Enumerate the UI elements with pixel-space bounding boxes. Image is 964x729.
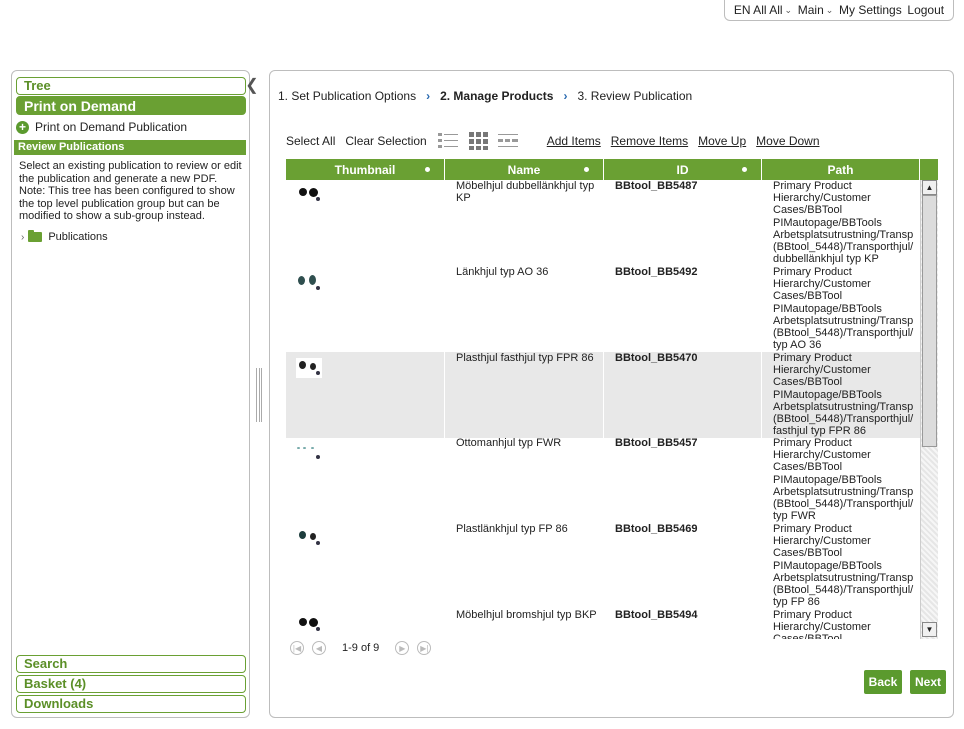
product-thumbnail bbox=[296, 529, 326, 549]
language-selector[interactable]: EN All All ⌄ bbox=[734, 3, 792, 17]
accordion-tree[interactable]: Tree bbox=[16, 77, 246, 95]
chevron-down-icon: ⌄ bbox=[784, 4, 793, 15]
review-publications-header: Review Publications bbox=[14, 140, 246, 155]
product-thumbnail bbox=[296, 274, 326, 294]
move-up-link[interactable]: Move Up bbox=[698, 134, 746, 148]
grid-scrollbar[interactable]: ▲ ▼ bbox=[920, 180, 938, 639]
remove-items-link[interactable]: Remove Items bbox=[611, 134, 688, 148]
scroll-up-icon[interactable]: ▲ bbox=[922, 180, 937, 195]
last-page-icon[interactable]: ▶| bbox=[417, 641, 432, 655]
tile-view-icon[interactable] bbox=[497, 131, 519, 151]
row-name: Möbelhjul dubbellänkhjul typ KP bbox=[456, 180, 595, 205]
row-path: Primary Product Hierarchy/Customer Cases… bbox=[773, 609, 871, 639]
row-name: Plasthjul fasthjul typ FPR 86 bbox=[456, 352, 594, 364]
row-id: BBtool_BB5470 bbox=[615, 352, 698, 364]
main-label: Main bbox=[797, 3, 824, 17]
logout-link[interactable]: Logout bbox=[907, 3, 944, 17]
table-row[interactable]: Plasthjul fasthjul typ FPR 86 BBtool_BB5… bbox=[286, 352, 921, 438]
language-label: EN All All bbox=[733, 3, 783, 17]
step-set-publication-options[interactable]: 1. Set Publication Options bbox=[278, 89, 416, 103]
accordion-search[interactable]: Search bbox=[16, 655, 246, 673]
row-name: Länkhjul typ AO 36 bbox=[456, 266, 549, 278]
row-name: Möbelhjul bromshjul typ BKP bbox=[456, 609, 597, 621]
print-on-demand-publication-button[interactable]: + Print on Demand Publication bbox=[16, 120, 187, 134]
accordion-downloads[interactable]: Downloads bbox=[16, 695, 246, 713]
grid-toolbar: Select All Clear Selection Add Items Rem… bbox=[286, 130, 830, 152]
main-panel: 1. Set Publication Options › 2. Manage P… bbox=[269, 70, 954, 718]
sort-icon[interactable] bbox=[742, 167, 747, 172]
sort-icon[interactable] bbox=[425, 167, 430, 172]
chevron-down-icon: ⌄ bbox=[825, 4, 834, 15]
tree-node-publications[interactable]: › Publications bbox=[21, 230, 108, 243]
scroll-down-icon[interactable]: ▼ bbox=[922, 622, 937, 637]
column-header-path[interactable]: Path bbox=[762, 159, 920, 180]
page-range: 1-9 of 9 bbox=[342, 642, 380, 654]
row-name: Plastlänkhjul typ FP 86 bbox=[456, 523, 568, 535]
table-row[interactable]: Länkhjul typ AO 36 BBtool_BB5492 Primary… bbox=[286, 266, 921, 352]
step-manage-products[interactable]: 2. Manage Products bbox=[440, 89, 553, 103]
row-id: BBtool_BB5487 bbox=[615, 180, 698, 192]
review-description: Select an existing publication to review… bbox=[19, 160, 242, 222]
column-header-name[interactable]: Name bbox=[445, 159, 604, 180]
step-arrow-icon: › bbox=[426, 89, 431, 103]
chevron-right-icon[interactable]: › bbox=[21, 232, 24, 243]
row-id: BBtool_BB5469 bbox=[615, 523, 698, 535]
product-thumbnail bbox=[296, 358, 322, 378]
sort-icon[interactable] bbox=[584, 167, 589, 172]
collapse-panel-icon[interactable]: ❮ bbox=[243, 74, 261, 96]
move-down-link[interactable]: Move Down bbox=[756, 134, 819, 148]
next-button[interactable]: Next bbox=[910, 670, 946, 694]
row-path: Primary Product Hierarchy/Customer Cases… bbox=[773, 437, 914, 523]
table-row[interactable]: Möbelhjul bromshjul typ BKP BBtool_BB549… bbox=[286, 609, 921, 639]
grid-view-icon[interactable] bbox=[467, 131, 489, 151]
column-header-label: Name bbox=[507, 162, 541, 177]
panel-splitter[interactable] bbox=[256, 368, 262, 422]
row-name: Ottomanhjul typ FWR bbox=[456, 437, 562, 449]
back-button[interactable]: Back bbox=[864, 670, 902, 694]
products-grid: Thumbnail Name ID Path Möbelhjul dubbell… bbox=[286, 159, 938, 639]
step-review-publication[interactable]: 3. Review Publication bbox=[577, 89, 692, 103]
table-row[interactable]: Möbelhjul dubbellänkhjul typ KP BBtool_B… bbox=[286, 180, 921, 266]
row-path: Primary Product Hierarchy/Customer Cases… bbox=[773, 180, 914, 266]
wizard-steps: 1. Set Publication Options › 2. Manage P… bbox=[278, 89, 692, 103]
row-path: Primary Product Hierarchy/Customer Cases… bbox=[773, 523, 914, 609]
list-view-icon[interactable] bbox=[437, 131, 459, 151]
left-panel: Tree Print on Demand + Print on Demand P… bbox=[11, 70, 250, 718]
first-page-icon[interactable]: |◀ bbox=[290, 641, 304, 655]
row-path: Primary Product Hierarchy/Customer Cases… bbox=[773, 352, 914, 438]
folder-icon bbox=[28, 230, 43, 242]
column-header-thumbnail[interactable]: Thumbnail bbox=[286, 159, 445, 180]
column-header-label: Path bbox=[827, 162, 854, 177]
column-header-id[interactable]: ID bbox=[604, 159, 762, 180]
my-settings-link[interactable]: My Settings bbox=[839, 3, 902, 17]
tree-node-label: Publications bbox=[48, 231, 108, 243]
clear-selection-button[interactable]: Clear Selection bbox=[345, 134, 426, 148]
row-id: BBtool_BB5457 bbox=[615, 437, 698, 449]
main-menu[interactable]: Main ⌄ bbox=[798, 3, 834, 17]
plus-circle-icon: + bbox=[16, 120, 29, 134]
row-path: Primary Product Hierarchy/Customer Cases… bbox=[773, 266, 914, 352]
previous-page-icon[interactable]: ◀ bbox=[312, 641, 326, 655]
pagination: |◀ ◀ 1-9 of 9 ▶ ▶| bbox=[290, 641, 439, 655]
top-bar: EN All All ⌄ Main ⌄ My Settings Logout bbox=[724, 0, 954, 21]
table-row[interactable]: Ottomanhjul typ FWR BBtool_BB5457 Primar… bbox=[286, 437, 921, 523]
next-page-icon[interactable]: ▶ bbox=[395, 641, 410, 655]
accordion-print-on-demand[interactable]: Print on Demand bbox=[16, 96, 246, 115]
accordion-basket[interactable]: Basket (4) bbox=[16, 675, 246, 693]
product-thumbnail bbox=[296, 615, 326, 635]
product-thumbnail bbox=[296, 443, 326, 463]
column-header-label: Thumbnail bbox=[334, 162, 396, 177]
column-header-label: ID bbox=[676, 162, 689, 177]
add-items-link[interactable]: Add Items bbox=[547, 134, 601, 148]
product-thumbnail bbox=[296, 186, 326, 206]
grid-header: Thumbnail Name ID Path bbox=[286, 159, 938, 180]
step-arrow-icon: › bbox=[563, 89, 568, 103]
table-row[interactable]: Plastlänkhjul typ FP 86 BBtool_BB5469 Pr… bbox=[286, 523, 921, 609]
row-id: BBtool_BB5492 bbox=[615, 266, 698, 278]
row-id: BBtool_BB5494 bbox=[615, 609, 698, 621]
scrollbar-thumb[interactable] bbox=[922, 195, 937, 447]
pod-publication-label: Print on Demand Publication bbox=[35, 120, 188, 134]
select-all-button[interactable]: Select All bbox=[286, 134, 335, 148]
